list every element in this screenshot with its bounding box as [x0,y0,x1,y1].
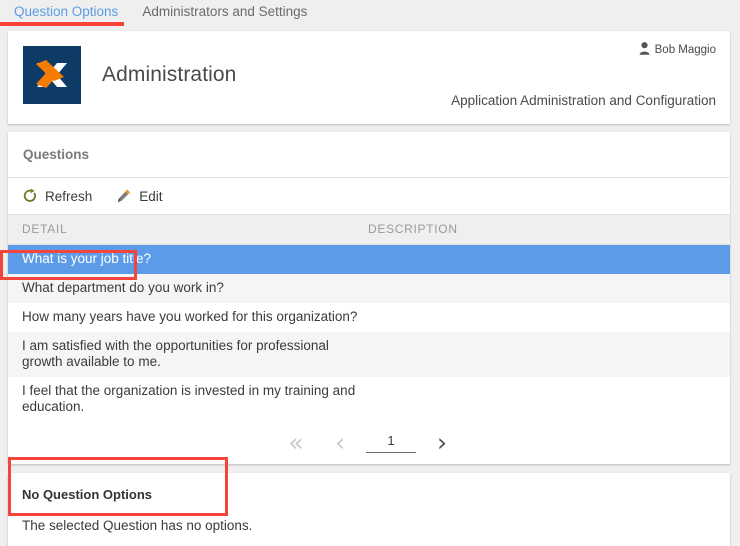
x-logo-icon [23,46,81,104]
questions-table: DETAIL DESCRIPTION What is your job titl… [8,215,730,422]
cell-description [358,244,730,274]
tab-administrators-and-settings-label: Administrators and Settings [142,4,308,19]
refresh-label: Refresh [45,188,93,204]
cell-detail: How many years have you worked for this … [22,308,358,324]
pagination-first-button[interactable]: « [274,430,318,455]
tab-administrators-and-settings[interactable]: Administrators and Settings [132,0,321,22]
options-empty-title: No Question Options [22,486,152,502]
cell-detail: I feel that the organization is invested… [22,382,356,414]
refresh-icon [22,188,38,204]
table-row[interactable]: I am satisfied with the opportunities fo… [8,331,730,377]
questions-toolbar: Refresh Edit [8,178,730,215]
person-icon [639,42,650,58]
user-name-label: Bob Maggio [654,44,716,56]
pagination-prev-button[interactable]: ‹ [318,430,362,455]
app-header-panel: Administration Bob Maggio Application Ad… [8,31,730,124]
cell-detail: What is your job title? [8,244,358,274]
user-info[interactable]: Bob Maggio [639,42,716,58]
cell-description [358,303,730,332]
options-empty-message: The selected Question has no options. [22,517,253,533]
column-header-description[interactable]: DESCRIPTION [358,215,730,245]
pagination-next-button[interactable]: › [420,430,464,455]
table-row[interactable]: What department do you work in? [8,273,730,303]
page-title: Administration [102,63,237,86]
questions-panel: Questions Refresh Edit DETAIL DESCRIPTIO… [8,132,730,464]
table-row[interactable]: What is your job title? [8,244,730,274]
edit-label: Edit [139,188,163,204]
tab-bar: Question Options Administrators and Sett… [0,0,740,28]
cell-description [358,273,730,303]
questions-panel-title: Questions [8,132,730,178]
cell-description [358,331,730,377]
cell-detail: I am satisfied with the opportunities fo… [8,331,358,377]
header-subtitle: Application Administration and Configura… [451,93,716,108]
question-options-panel: No Question Options The selected Questio… [8,472,730,546]
pencil-icon [116,188,132,204]
tab-question-options[interactable]: Question Options [0,0,132,26]
tab-active-underline [0,22,125,26]
edit-button[interactable]: Edit [116,188,163,204]
questions-table-head: DETAIL DESCRIPTION [8,215,730,245]
cell-detail: What department do you work in? [8,273,358,303]
refresh-button[interactable]: Refresh [22,188,92,204]
column-header-detail[interactable]: DETAIL [8,215,358,245]
questions-table-body: What is your job title? What department … [8,244,730,422]
table-row[interactable]: How many years have you worked for this … [8,303,730,332]
pagination-page-input[interactable]: 1 [366,433,416,453]
table-header-row: DETAIL DESCRIPTION [8,215,730,245]
pagination: « ‹ 1 › [8,421,730,464]
table-row[interactable]: I feel that the organization is invested… [8,377,730,422]
tab-question-options-label: Question Options [14,4,119,19]
cell-description [358,377,730,422]
